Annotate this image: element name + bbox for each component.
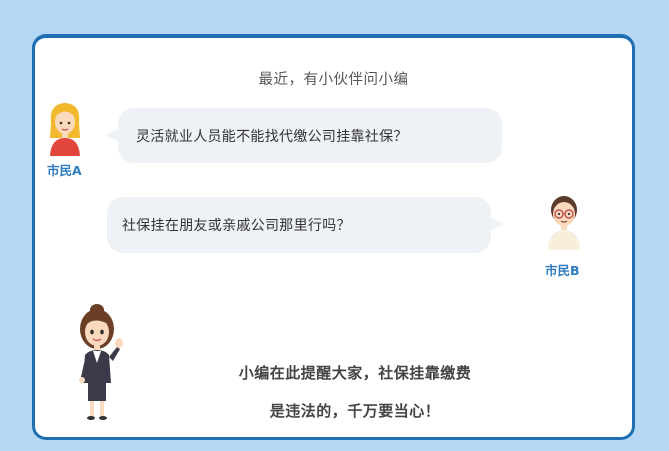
citizen-b-avatar-icon xyxy=(548,196,580,250)
conversation-card: 最近，有小伙伴问小编 市民A 灵活就业人员能不能找代缴公司挂靠社保？ 社保挂在朋… xyxy=(32,34,635,440)
intro-text: 最近，有小伙伴问小编 xyxy=(258,72,409,88)
question-bubble-b: 社保挂在朋友或亲戚公司那里行吗？ xyxy=(107,197,503,253)
reminder-line-2: 是违法的，千万要当心！ xyxy=(269,402,441,420)
question-text-b: 社保挂在朋友或亲戚公司那里行吗？ xyxy=(122,218,351,234)
editor-character-icon xyxy=(79,304,123,420)
citizen-b-label: 市民B xyxy=(545,263,580,278)
citizen-a-avatar-icon xyxy=(50,103,80,156)
reminder-line-1: 小编在此提醒大家，社保挂靠缴费 xyxy=(238,364,472,382)
question-bubble-a: 灵活就业人员能不能找代缴公司挂靠社保？ xyxy=(106,108,502,163)
question-text-a: 灵活就业人员能不能找代缴公司挂靠社保？ xyxy=(136,128,408,145)
citizen-a-label: 市民A xyxy=(47,163,82,178)
